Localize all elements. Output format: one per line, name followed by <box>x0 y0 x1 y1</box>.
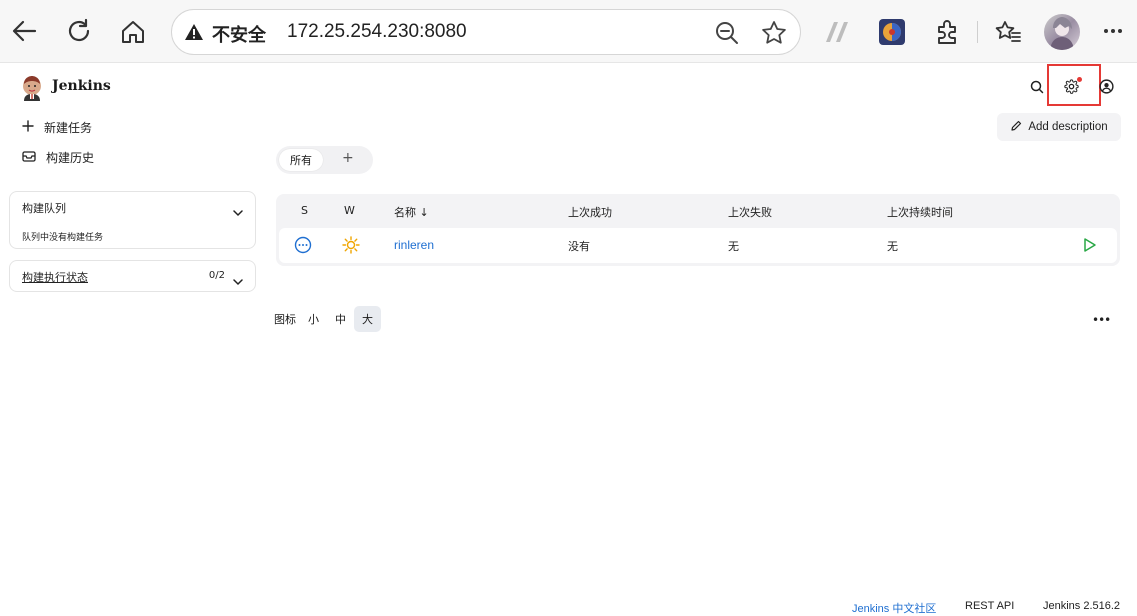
chevron-down-icon[interactable] <box>233 202 243 221</box>
build-queue-title[interactable]: 构建队列 <box>22 200 66 216</box>
add-view-button[interactable]: + <box>342 150 354 166</box>
jobs-table: S W 名称 ↓ 上次成功 上次失败 上次持续时间 rinleren 没有 无 … <box>276 194 1120 266</box>
footer-community-link[interactable]: Jenkins 中文社区 <box>852 600 936 616</box>
icon-size-small[interactable]: 小 <box>300 306 327 332</box>
tab-all[interactable]: 所有 <box>279 149 323 171</box>
extension-b-icon[interactable] <box>879 19 905 45</box>
executor-count: 0/2 <box>208 270 225 281</box>
browser-toolbar: 不安全 172.25.254.230:8080 <box>0 0 1137 62</box>
sidebar-item-new-item[interactable]: 新建任务 <box>22 119 92 136</box>
reload-icon[interactable] <box>65 17 93 45</box>
icon-size-large[interactable]: 大 <box>354 306 381 332</box>
last-failure-cell: 无 <box>728 240 739 253</box>
last-success-cell: 没有 <box>568 240 590 253</box>
manage-settings-gear-icon[interactable] <box>1064 79 1079 98</box>
status-not-built-icon[interactable] <box>294 236 312 257</box>
zoom-out-icon[interactable] <box>714 20 740 50</box>
column-header-status[interactable]: S <box>301 204 308 217</box>
search-icon[interactable] <box>1030 79 1044 98</box>
sidebar-item-label: 构建历史 <box>46 151 95 165</box>
column-header-last-duration[interactable]: 上次持续时间 <box>887 204 953 220</box>
column-header-weather[interactable]: W <box>344 204 355 217</box>
icon-size-selector: 图标 小 中 大 <box>274 306 381 332</box>
sidebar-item-build-history[interactable]: 构建历史 <box>22 149 94 166</box>
chevron-down-icon[interactable] <box>233 271 243 290</box>
jenkins-page: Jenkins 新建任务 构建历史 构建队列 队列中没有构建任务 构建执行状态 … <box>0 62 1137 615</box>
add-description-label: Add description <box>1028 121 1108 133</box>
favorites-icon[interactable] <box>994 18 1022 46</box>
extensions-puzzle-icon[interactable] <box>933 18 961 46</box>
last-duration-cell: 无 <box>887 240 898 253</box>
profile-avatar[interactable] <box>1044 14 1080 50</box>
column-header-last-success[interactable]: 上次成功 <box>568 204 612 220</box>
job-link[interactable]: rinleren <box>394 238 434 252</box>
more-menu-icon[interactable] <box>1101 19 1125 43</box>
executor-status-panel: 构建执行状态 0/2 <box>9 260 256 292</box>
plus-icon <box>22 120 34 135</box>
column-header-name[interactable]: 名称 ↓ <box>394 204 429 220</box>
more-options-icon[interactable]: ••• <box>1092 313 1111 327</box>
table-row: rinleren 没有 无 无 <box>279 228 1117 263</box>
footer-version[interactable]: Jenkins 2.516.2 <box>1043 600 1120 612</box>
run-build-icon[interactable] <box>1083 237 1097 256</box>
toolbar-divider <box>977 21 978 43</box>
weather-sunny-icon[interactable] <box>342 236 360 257</box>
build-queue-empty-text: 队列中没有构建任务 <box>22 233 104 243</box>
url-text[interactable]: 172.25.254.230:8080 <box>287 21 467 43</box>
notification-dot <box>1077 77 1082 82</box>
brand-name[interactable]: Jenkins <box>52 78 111 94</box>
add-description-button[interactable]: Add description <box>997 113 1121 141</box>
footer-rest-api-link[interactable]: REST API <box>965 600 1014 612</box>
sidebar-item-label: 新建任务 <box>44 121 93 135</box>
pencil-icon <box>1010 120 1022 135</box>
address-bar[interactable]: 不安全 172.25.254.230:8080 <box>171 9 801 55</box>
warning-icon <box>184 23 204 45</box>
build-queue-panel: 构建队列 队列中没有构建任务 <box>9 191 256 249</box>
jenkins-logo-icon[interactable] <box>20 75 44 105</box>
history-icon <box>22 150 36 165</box>
user-account-icon[interactable] <box>1099 79 1114 98</box>
home-icon[interactable] <box>119 18 147 46</box>
icon-size-medium[interactable]: 中 <box>327 306 354 332</box>
security-status[interactable]: 不安全 <box>212 21 266 47</box>
favorite-star-icon[interactable] <box>761 20 787 50</box>
back-icon[interactable] <box>10 17 38 45</box>
view-tabs: 所有 + <box>276 146 373 174</box>
executor-status-title[interactable]: 构建执行状态 <box>22 269 88 285</box>
extension-a-icon[interactable] <box>824 21 852 43</box>
column-header-last-failure[interactable]: 上次失败 <box>728 204 772 220</box>
icon-size-label: 图标 <box>274 313 296 326</box>
